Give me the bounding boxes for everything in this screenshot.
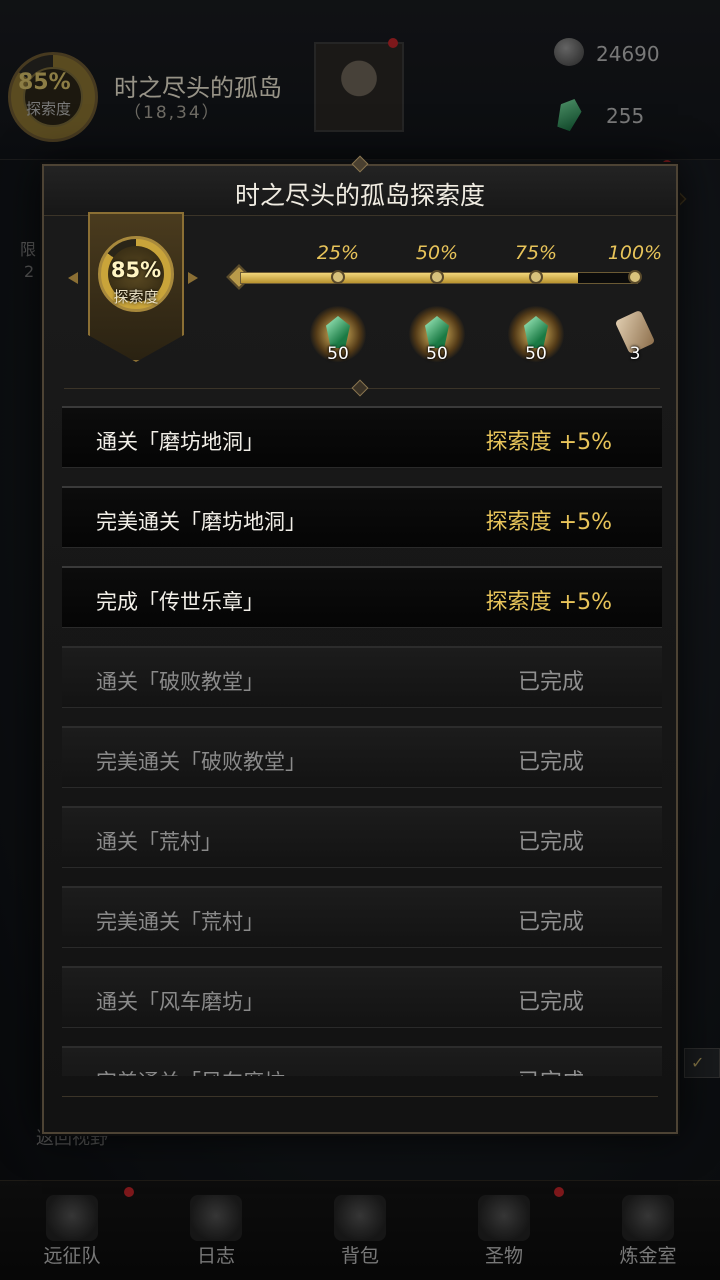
ornament-left-icon <box>68 272 78 284</box>
milestone-percent: 75% <box>514 242 558 264</box>
task-row[interactable]: 通关「风车磨坊」 已完成 <box>62 966 662 1028</box>
task-status: 已完成 <box>517 830 584 855</box>
task-list[interactable]: 通关「磨坊地洞」 探索度 +5% 完美通关「磨坊地洞」 探索度 +5% 完成「传… <box>62 406 662 1076</box>
milestone-marker <box>529 270 543 284</box>
task-row[interactable]: 通关「磨坊地洞」 探索度 +5% <box>62 406 662 468</box>
reward-count: 50 <box>426 344 448 364</box>
task-name: 完成「传世乐章」 <box>96 590 264 614</box>
reward-count: 3 <box>629 344 641 364</box>
milestone-percent: 25% <box>316 242 360 264</box>
task-status: 已完成 <box>517 750 584 775</box>
milestone-percent: 100% <box>607 242 663 264</box>
task-status: 已完成 <box>517 990 584 1015</box>
task-status: 已完成 <box>517 910 584 935</box>
panel-title-bar: 时之尽头的孤岛探索度 <box>44 155 676 216</box>
exploration-percent: 85% <box>110 258 162 282</box>
panel-title: 时之尽头的孤岛探索度 <box>234 181 485 210</box>
task-row[interactable]: 通关「破败教堂」 已完成 <box>62 646 662 708</box>
task-name: 完美通关「破败教堂」 <box>96 750 306 774</box>
reward-count: 50 <box>327 344 349 364</box>
divider-ornament-icon <box>351 379 369 397</box>
task-status: 探索度 +5% <box>485 590 612 615</box>
task-status: 探索度 +5% <box>485 430 612 455</box>
ornament-right-icon <box>188 272 198 284</box>
task-name: 通关「破败教堂」 <box>96 670 264 694</box>
exploration-panel: 时之尽头的孤岛探索度 85% 探索度 25% 50% 75% 100% 50 5… <box>42 155 678 1134</box>
task-row[interactable]: 完美通关「荒村」 已完成 <box>62 886 662 948</box>
task-row[interactable]: 通关「荒村」 已完成 <box>62 806 662 868</box>
task-name: 通关「风车磨坊」 <box>96 990 264 1014</box>
panel-bottom-divider <box>62 1096 658 1097</box>
task-name: 完美通关「风车磨坊」 <box>96 1066 306 1076</box>
milestone-reward[interactable]: 50 <box>407 304 467 368</box>
task-row[interactable]: 完美通关「风车磨坊」 已完成 <box>62 1046 662 1076</box>
milestone-reward[interactable]: 50 <box>308 304 368 368</box>
task-status: 已完成 <box>518 1064 584 1076</box>
milestone-reward[interactable]: 3 <box>605 304 665 368</box>
task-name: 完美通关「磨坊地洞」 <box>96 510 306 534</box>
task-row[interactable]: 完美通关「破败教堂」 已完成 <box>62 726 662 788</box>
task-status: 探索度 +5% <box>485 510 612 535</box>
task-row[interactable]: 完美通关「磨坊地洞」 探索度 +5% <box>62 486 662 548</box>
milestone-marker <box>430 270 444 284</box>
reward-count: 50 <box>525 344 547 364</box>
exploration-label: 探索度 <box>113 288 159 306</box>
progress-fill <box>241 273 578 283</box>
milestone-marker <box>628 270 642 284</box>
task-row[interactable]: 完成「传世乐章」 探索度 +5% <box>62 566 662 628</box>
milestone-percent: 50% <box>415 242 459 264</box>
task-name: 通关「荒村」 <box>96 830 222 854</box>
task-name: 通关「磨坊地洞」 <box>96 430 264 454</box>
milestone-marker <box>331 270 345 284</box>
milestone-reward[interactable]: 50 <box>506 304 566 368</box>
task-status: 已完成 <box>517 670 584 695</box>
task-name: 完美通关「荒村」 <box>96 910 264 934</box>
